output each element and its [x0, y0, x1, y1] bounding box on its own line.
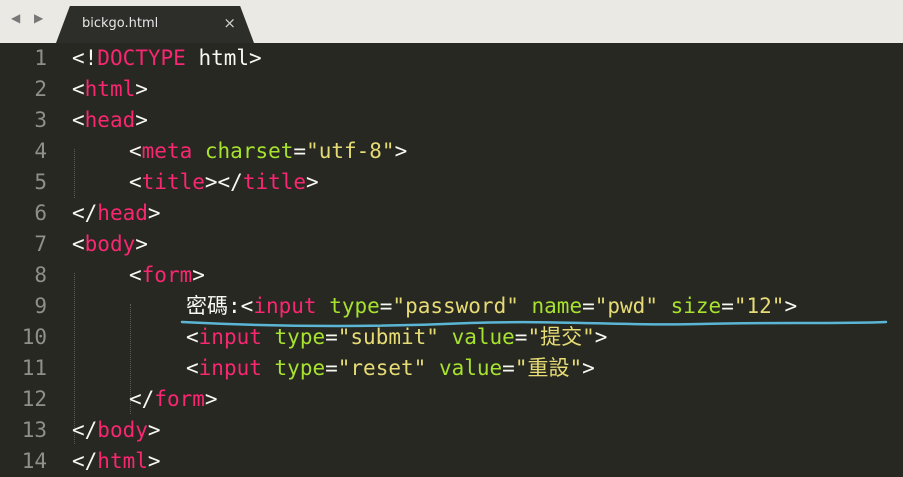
- tab-bar: ◀ ▶ bickgo.html ×: [0, 0, 903, 43]
- tab-nav-arrows-icon[interactable]: ◀ ▶: [11, 11, 48, 25]
- tab-bickgo-html[interactable]: bickgo.html ×: [56, 6, 254, 43]
- code-editor[interactable]: 1 2 3 4 5 6 7 8 9 10 11 12 13 14 <!DOCTY…: [0, 43, 903, 474]
- hand-drawn-underline-annotation: [180, 320, 888, 328]
- close-icon[interactable]: ×: [223, 14, 236, 32]
- underline-stroke: [180, 320, 888, 328]
- tab-title: bickgo.html: [82, 16, 159, 31]
